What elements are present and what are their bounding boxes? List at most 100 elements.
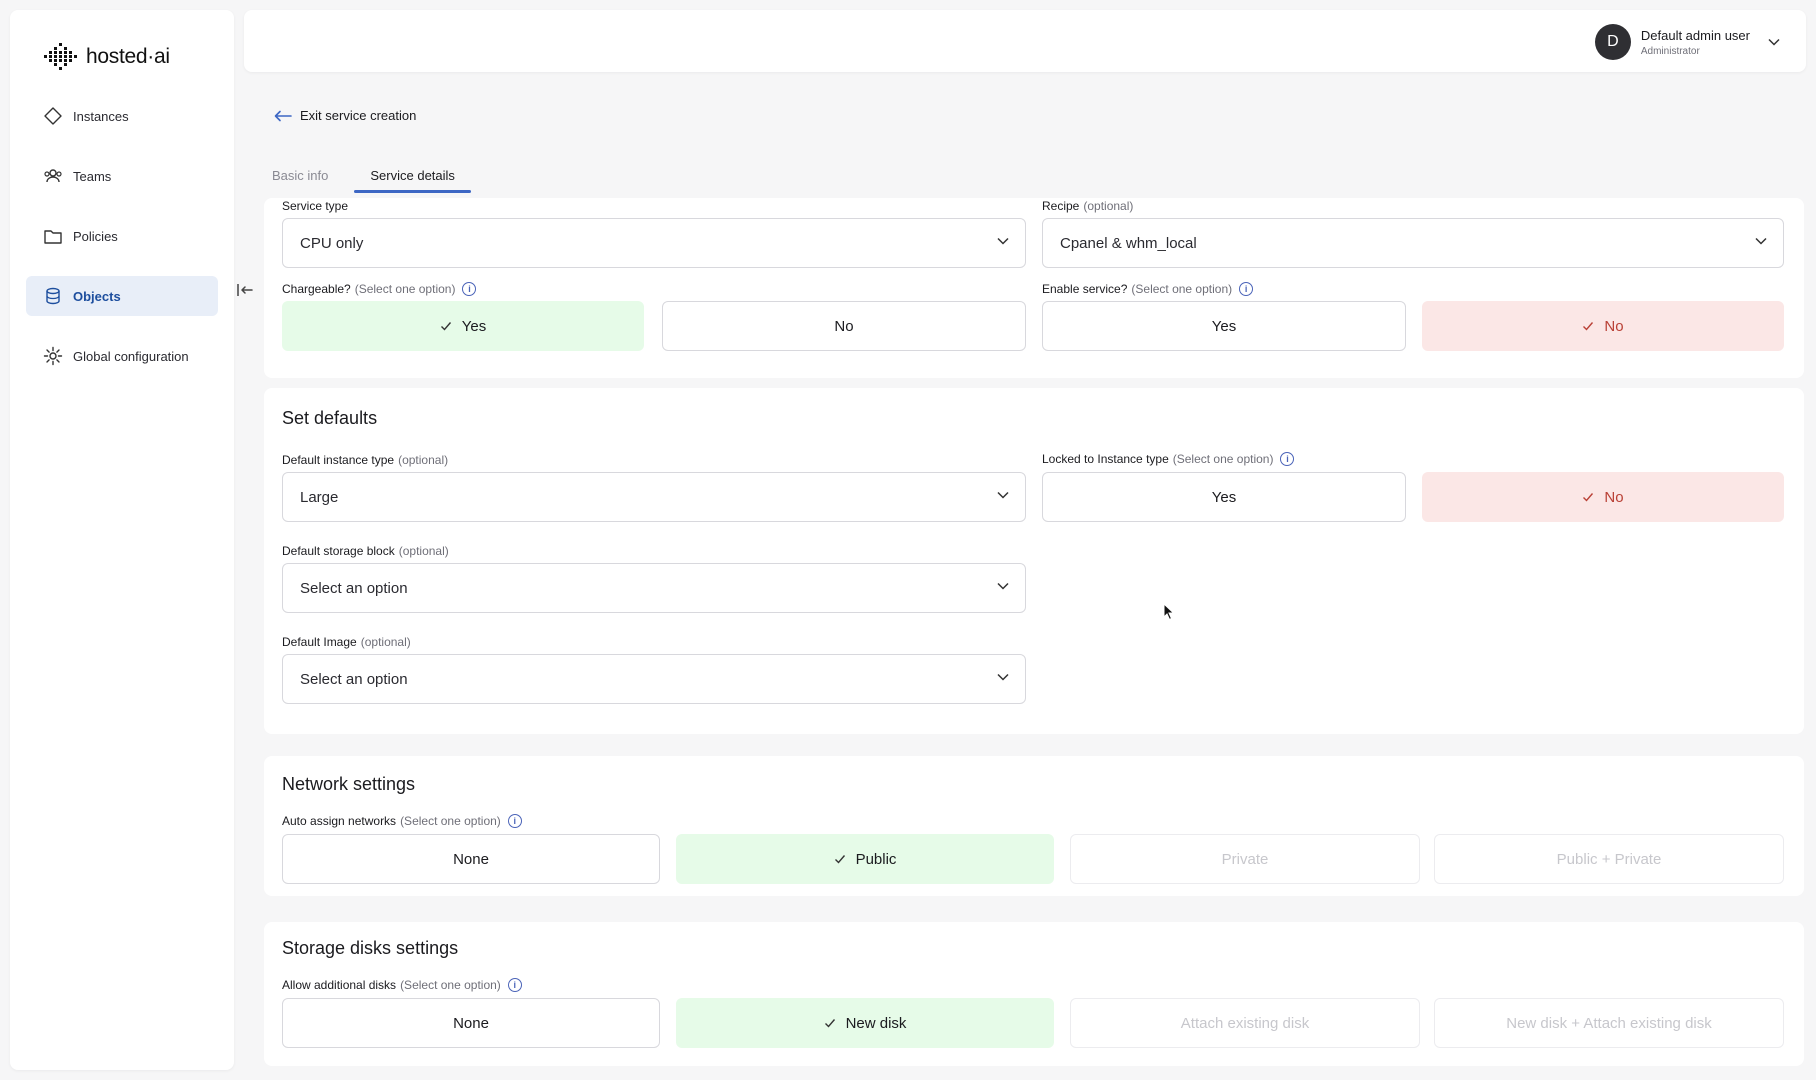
select-value: Select an option — [300, 579, 408, 597]
storage-disks-settings-card: Storage disks settings Allow additional … — [264, 922, 1804, 1066]
sidebar-item-label: Global configuration — [73, 348, 189, 364]
section-title: Network settings — [282, 774, 416, 794]
option-label: Private — [1221, 850, 1269, 868]
network-private-button[interactable]: Private — [1070, 834, 1420, 884]
optional-text: (optional) — [398, 544, 449, 558]
exit-service-creation-link[interactable]: Exit service creation — [274, 108, 416, 123]
option-label: None — [453, 1014, 489, 1032]
sidebar-item-global-configuration[interactable]: Global configuration — [26, 336, 218, 376]
locked-instance-type-label: Locked to Instance type (Select one opti… — [1042, 452, 1295, 466]
default-instance-type-select[interactable]: Large — [282, 472, 1026, 522]
chevron-down-icon — [997, 673, 1009, 681]
label-text: Enable service? — [1042, 282, 1128, 296]
service-type-select[interactable]: CPU only — [282, 218, 1026, 268]
exit-label: Exit service creation — [300, 108, 417, 123]
disks-new-and-attach-button[interactable]: New disk + Attach existing disk — [1434, 998, 1784, 1048]
default-instance-type-label: Default instance type (optional) — [282, 453, 448, 467]
default-image-select[interactable]: Select an option — [282, 654, 1026, 704]
logo-mark-icon — [44, 43, 77, 70]
label-text: Recipe — [1042, 199, 1080, 213]
option-label: Public + Private — [1556, 850, 1662, 868]
sidebar-item-teams[interactable]: Teams — [26, 156, 218, 196]
check-icon — [1583, 493, 1594, 502]
sidebar-item-label: Teams — [73, 168, 112, 184]
optional-text: (optional) — [360, 635, 411, 649]
locked-yes-button[interactable]: Yes — [1042, 472, 1406, 522]
network-public-private-button[interactable]: Public + Private — [1434, 834, 1784, 884]
cylinder-icon — [46, 287, 60, 305]
option-label: No — [1604, 317, 1624, 335]
select-value: Select an option — [300, 670, 408, 688]
chargeable-yes-button[interactable]: Yes — [282, 301, 644, 351]
network-public-button[interactable]: Public — [676, 834, 1054, 884]
sidebar-item-policies[interactable]: Policies — [26, 216, 218, 256]
optional-text: (Select one option) — [400, 978, 501, 992]
optional-text: (optional) — [1083, 199, 1134, 213]
sidebar-item-label: Instances — [73, 108, 129, 124]
info-icon[interactable]: i — [1239, 282, 1254, 296]
network-settings-card: Network settings Auto assign networks (S… — [264, 756, 1804, 896]
optional-text: (Select one option) — [1172, 452, 1274, 466]
select-value: Cpanel & whm_local — [1060, 234, 1197, 252]
info-icon[interactable]: i — [1280, 452, 1295, 466]
check-icon — [834, 855, 845, 864]
optional-text: (Select one option) — [1131, 282, 1233, 296]
arrow-left-icon — [274, 110, 292, 121]
select-value: Large — [300, 488, 339, 506]
logo[interactable]: hosted·ai — [42, 42, 170, 72]
optional-text: (optional) — [398, 453, 449, 467]
service-config-card: Service type CPU only Recipe (optional) … — [264, 198, 1804, 378]
auto-assign-networks-label: Auto assign networks (Select one option)… — [282, 814, 522, 828]
chevron-down-icon — [997, 491, 1009, 499]
tab-basic-info[interactable]: Basic info — [272, 162, 328, 193]
collapse-sidebar-button[interactable] — [234, 279, 256, 301]
default-storage-block-label: Default storage block (optional) — [282, 544, 449, 558]
option-label: None — [453, 850, 489, 868]
chevron-down-icon — [1755, 237, 1767, 245]
option-label: New disk — [845, 1014, 907, 1032]
chevron-down-icon — [1768, 38, 1780, 46]
user-name: Default admin user — [1640, 27, 1750, 43]
option-label: No — [834, 317, 854, 335]
logo-text: hosted·ai — [86, 45, 170, 68]
enable-service-yes-button[interactable]: Yes — [1042, 301, 1406, 351]
check-icon — [1583, 322, 1594, 331]
info-icon[interactable]: i — [507, 978, 522, 992]
allow-additional-disks-label: Allow additional disks (Select one optio… — [282, 978, 522, 992]
recipe-select[interactable]: Cpanel & whm_local — [1042, 218, 1784, 268]
label-text: Locked to Instance type — [1042, 452, 1169, 466]
user-role: Administrator — [1640, 45, 1700, 57]
option-label: Yes — [1211, 317, 1237, 335]
default-image-label: Default Image (optional) — [282, 635, 411, 649]
chargeable-label: Chargeable? (Select one option) i — [282, 282, 477, 296]
tabs: Basic info Service details — [272, 162, 497, 193]
set-defaults-card: Set defaults Default instance type (opti… — [264, 388, 1804, 734]
user-menu[interactable]: D Default admin user Administrator — [1594, 24, 1780, 60]
sidebar-item-label: Objects — [73, 288, 121, 304]
sidebar-item-instances[interactable]: Instances — [26, 96, 218, 136]
chargeable-no-button[interactable]: No — [662, 301, 1026, 351]
chevron-down-icon — [997, 237, 1009, 245]
enable-service-no-button[interactable]: No — [1422, 301, 1784, 351]
network-none-button[interactable]: None — [282, 834, 660, 884]
check-icon — [824, 1019, 835, 1028]
default-storage-block-select[interactable]: Select an option — [282, 563, 1026, 613]
enable-service-label: Enable service? (Select one option) i — [1042, 282, 1254, 296]
folder-icon — [44, 230, 62, 244]
label-text: Default instance type — [282, 453, 395, 467]
sidebar-item-label: Policies — [73, 228, 118, 244]
sidebar-item-objects[interactable]: Objects — [26, 276, 218, 316]
tab-service-details[interactable]: Service details — [354, 162, 471, 193]
option-label: Yes — [461, 317, 487, 335]
disks-none-button[interactable]: None — [282, 998, 660, 1048]
info-icon[interactable]: i — [507, 814, 522, 828]
disks-new-disk-button[interactable]: New disk — [676, 998, 1054, 1048]
locked-no-button[interactable]: No — [1422, 472, 1784, 522]
disks-attach-existing-button[interactable]: Attach existing disk — [1070, 998, 1420, 1048]
user-info: Default admin user Administrator — [1641, 28, 1750, 57]
info-icon[interactable]: i — [462, 282, 477, 296]
service-type-label: Service type — [282, 199, 348, 213]
option-label: Attach existing disk — [1180, 1014, 1310, 1032]
label-text: Default storage block — [282, 544, 395, 558]
option-label: Yes — [1211, 488, 1237, 506]
